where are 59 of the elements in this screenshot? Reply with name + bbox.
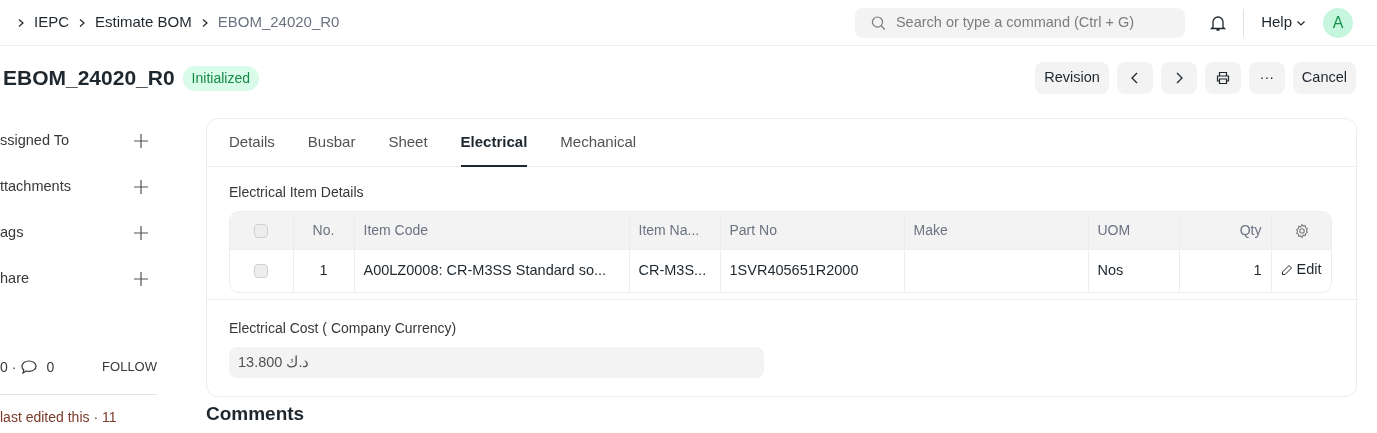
previous-button[interactable] bbox=[1116, 62, 1153, 94]
status-badge: Initialized bbox=[182, 65, 259, 91]
print-button[interactable] bbox=[1204, 62, 1241, 94]
edit-button[interactable]: Edit bbox=[1280, 258, 1322, 281]
search-icon bbox=[871, 14, 886, 31]
sidebar-item[interactable]: ags bbox=[0, 222, 24, 244]
column-header: Qty bbox=[1179, 212, 1271, 249]
column-header: No. bbox=[293, 212, 354, 249]
like-count: 0 bbox=[0, 357, 8, 377]
comment-icon bbox=[20, 359, 39, 375]
pencil-icon bbox=[1280, 263, 1293, 276]
row-checkbox[interactable] bbox=[254, 264, 269, 279]
table-cell: 1 bbox=[293, 249, 354, 292]
table-cell: 1 bbox=[1179, 249, 1271, 292]
plus-icon[interactable] bbox=[133, 271, 149, 287]
table-cell: A00LZ0008: CR-M3SS Standard so... bbox=[354, 249, 629, 292]
tab[interactable]: Electrical bbox=[460, 119, 528, 167]
column-header: UOM bbox=[1088, 212, 1179, 249]
sidebar-item[interactable]: hare bbox=[0, 268, 30, 290]
more-button[interactable]: ··· bbox=[1248, 62, 1285, 94]
plus-icon[interactable] bbox=[133, 133, 149, 149]
separator-dot: · bbox=[11, 357, 17, 377]
column-header: Make bbox=[904, 212, 1088, 249]
action-button[interactable]: Cancel bbox=[1292, 62, 1356, 94]
printer-icon bbox=[1214, 70, 1231, 86]
help-dropdown[interactable]: Help bbox=[1260, 10, 1307, 35]
tab[interactable]: Sheet bbox=[388, 119, 428, 167]
cost-field[interactable]: 13.800 د.ك bbox=[229, 347, 764, 378]
chevron-icon bbox=[77, 17, 87, 28]
sidebar-item[interactable]: ssigned To bbox=[0, 130, 70, 152]
document-title: EBOM_24020_R0 bbox=[3, 65, 175, 91]
action-button[interactable]: Revision bbox=[1035, 62, 1109, 94]
search-field[interactable]: Search or type a command (Ctrl + G) bbox=[855, 7, 1186, 38]
plus-icon[interactable] bbox=[133, 179, 149, 195]
tab[interactable]: Details bbox=[229, 119, 275, 167]
settings-icon[interactable] bbox=[1294, 223, 1311, 240]
column-header: Item Na... bbox=[629, 212, 720, 249]
column-header: Item Code bbox=[354, 212, 629, 249]
table-cell: Nos bbox=[1088, 249, 1179, 292]
table-cell: CR-M3S... bbox=[629, 249, 720, 292]
select-all-checkbox[interactable] bbox=[254, 224, 269, 239]
breadcrumb-link[interactable]: EBOM_24020_R0 bbox=[217, 11, 340, 34]
chevron-icon bbox=[16, 17, 26, 28]
plus-icon[interactable] bbox=[133, 225, 149, 241]
activity-text: last edited this · 11 bbox=[0, 408, 118, 427]
notification-bell-icon[interactable] bbox=[1209, 13, 1228, 32]
follow-link[interactable]: FOLLOW bbox=[102, 357, 157, 377]
tab[interactable]: Mechanical bbox=[560, 119, 637, 167]
sidebar-item[interactable]: ttachments bbox=[0, 176, 71, 198]
breadcrumb-link[interactable]: Estimate BOM bbox=[95, 11, 192, 34]
comments-heading: Comments bbox=[206, 404, 306, 425]
column-header: Part No bbox=[720, 212, 904, 249]
next-button[interactable] bbox=[1160, 62, 1197, 94]
breadcrumb-link[interactable]: IEPC bbox=[34, 11, 69, 34]
field-label: Electrical Cost ( Company Currency) bbox=[229, 319, 458, 338]
comment-count: 0 bbox=[46, 357, 55, 377]
tab[interactable]: Busbar bbox=[307, 119, 356, 167]
table-cell: 1SVR405651R2000 bbox=[720, 249, 904, 292]
section-label: Electrical Item Details bbox=[229, 183, 365, 202]
